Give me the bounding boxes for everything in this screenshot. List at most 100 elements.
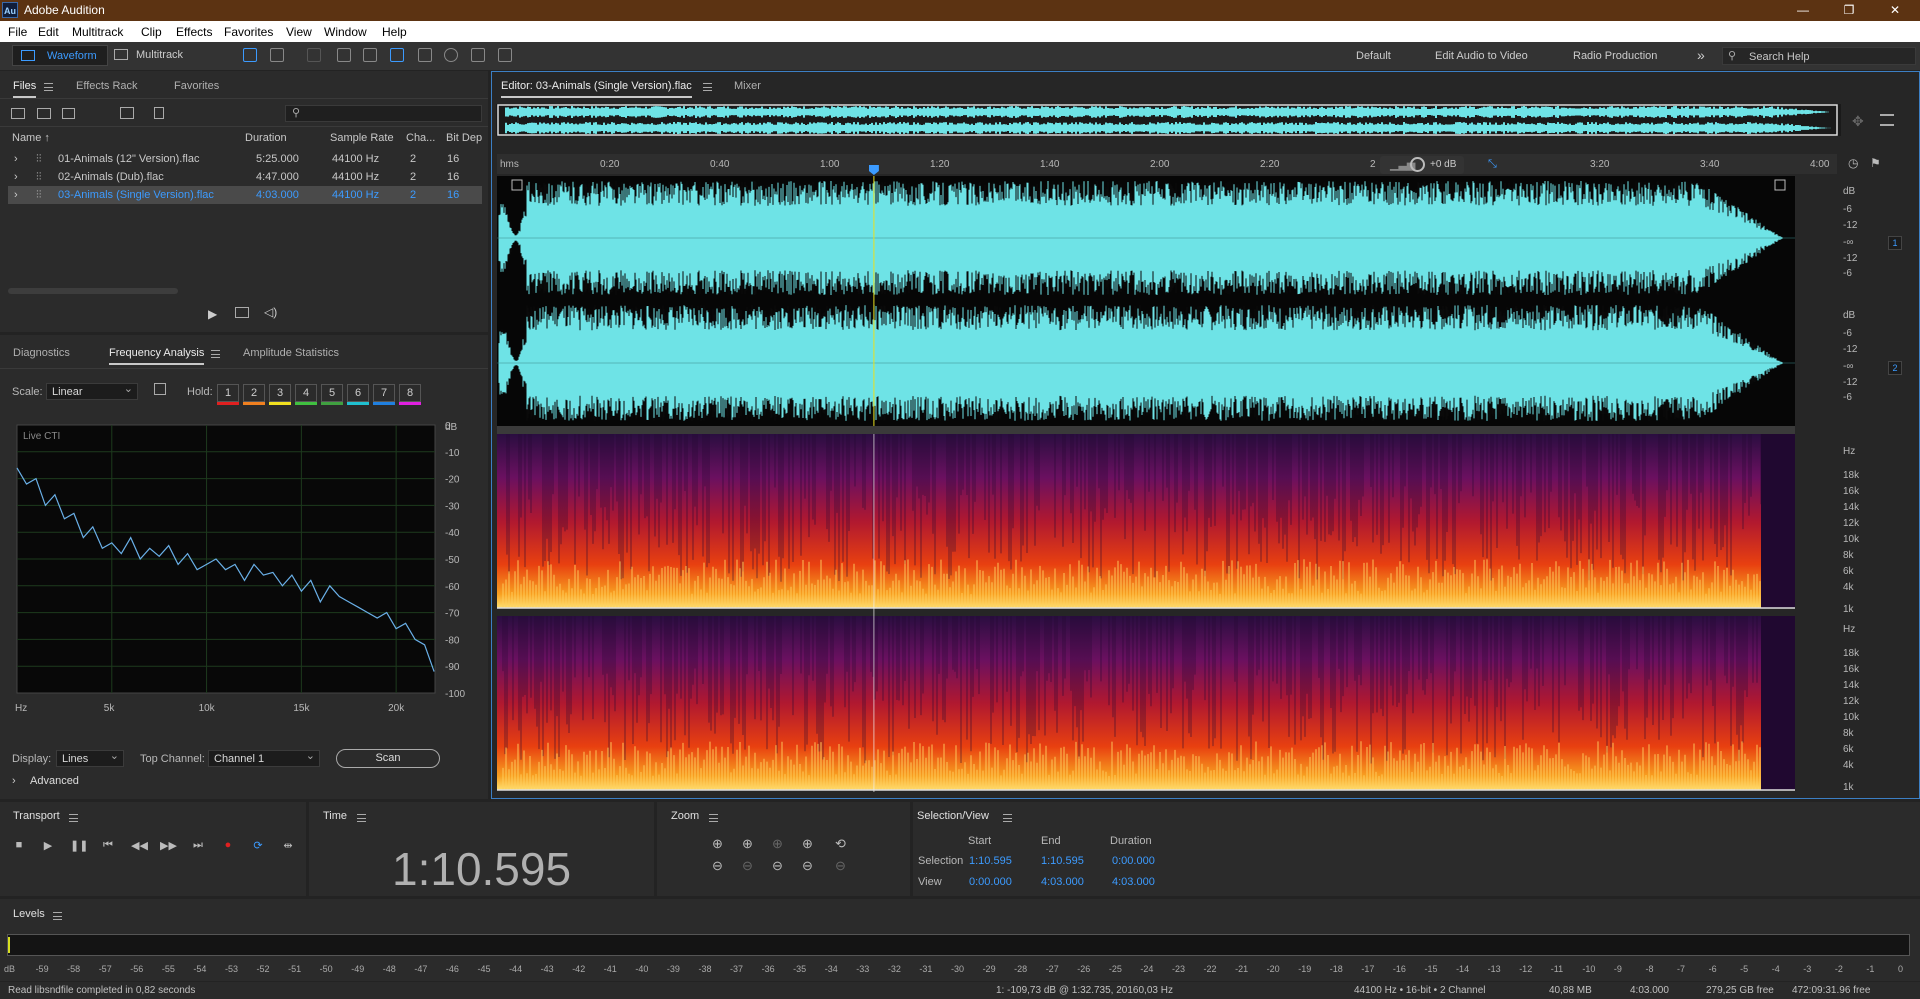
zoom-out-left-icon[interactable]: ⊖ (772, 858, 783, 874)
trash-icon[interactable] (154, 107, 164, 119)
zoom-out-amplitude-icon[interactable]: ⊖ (712, 858, 723, 874)
autoplay-icon[interactable]: ◁) (264, 305, 277, 319)
hold-button-2[interactable]: 2 (243, 384, 265, 405)
tab-files[interactable]: Files (13, 80, 37, 98)
col-duration[interactable]: Duration (245, 132, 287, 144)
channel-enable-button[interactable]: 2 (1888, 361, 1902, 375)
go-to-end-icon[interactable]: ⏭ (191, 839, 205, 853)
tab-effects-rack[interactable]: Effects Rack (76, 80, 138, 92)
tab-mixer[interactable]: Mixer (734, 80, 761, 92)
top-channel-dropdown[interactable]: Channel 1 (208, 749, 320, 767)
overview-waveform[interactable] (496, 104, 1841, 136)
play-file-icon[interactable]: ▶ (208, 307, 217, 321)
fast-forward-icon[interactable]: ▶▶ (160, 839, 177, 853)
menu-multitrack[interactable]: Multitrack (72, 25, 123, 39)
zoom-out-full-icon[interactable]: ✥ (1852, 113, 1864, 130)
time-selection-tool-icon[interactable] (390, 48, 404, 62)
playhead-sync-icon[interactable]: ◷ (1848, 156, 1858, 170)
play-icon[interactable]: ▶ (41, 839, 55, 853)
view-divider[interactable] (497, 426, 1837, 434)
lasso-tool-icon[interactable] (444, 48, 458, 62)
marquee-tool-icon[interactable] (418, 48, 432, 62)
spectral-display-icon[interactable] (243, 48, 257, 62)
table-row-selected[interactable]: › ⫶⫶ 03-Animals (Single Version).flac 4:… (8, 186, 482, 204)
channel-enable-button[interactable]: 1 (1888, 236, 1902, 250)
hold-button-7[interactable]: 7 (373, 384, 395, 405)
expand-chevron-icon[interactable]: › (14, 171, 18, 183)
multitrack-view-button[interactable]: Multitrack (112, 45, 198, 66)
table-row[interactable]: › ⫶⫶ 02-Animals (Dub).flac 4:47.000 4410… (8, 168, 482, 186)
insert-into-multitrack-icon[interactable] (120, 107, 134, 119)
display-dropdown[interactable]: Lines (56, 749, 124, 767)
spot-healing-tool-icon[interactable] (498, 48, 512, 62)
skip-selection-icon[interactable]: ⇹ (281, 839, 295, 853)
expand-chevron-icon[interactable]: › (14, 153, 18, 165)
selection-duration-value[interactable]: 0:00.000 (1112, 855, 1155, 867)
workspace-default[interactable]: Default (1356, 50, 1391, 62)
view-duration-value[interactable]: 4:03.000 (1112, 876, 1155, 888)
zoom-in-amplitude-icon[interactable]: ⊕ (712, 836, 723, 852)
menu-effects[interactable]: Effects (176, 25, 212, 39)
hud-volume[interactable]: ▁▃▅ +0 dB (1380, 156, 1464, 174)
selection-start-value[interactable]: 1:10.595 (969, 855, 1012, 867)
import-file-icon[interactable] (37, 108, 51, 119)
tab-frequency-analysis[interactable]: Frequency Analysis (109, 347, 205, 365)
close-button[interactable]: ✕ (1872, 0, 1918, 21)
brush-tool-icon[interactable] (471, 48, 485, 62)
hold-button-6[interactable]: 6 (347, 384, 369, 405)
go-to-start-icon[interactable]: ⏮ (101, 839, 115, 853)
new-file-icon[interactable] (62, 108, 75, 119)
view-start-value[interactable]: 0:00.000 (969, 876, 1012, 888)
search-help-field[interactable]: ⚲ Search Help (1722, 47, 1916, 65)
hold-button-4[interactable]: 4 (295, 384, 317, 405)
menu-view[interactable]: View (286, 25, 312, 39)
menu-edit[interactable]: Edit (38, 25, 59, 39)
razor-tool-icon[interactable] (337, 48, 351, 62)
maximize-button[interactable]: ❐ (1826, 0, 1872, 21)
zoom-in-time-icon[interactable]: ⊕ (742, 836, 753, 852)
selection-menu-icon[interactable] (1003, 814, 1012, 822)
hold-button-3[interactable]: 3 (269, 384, 291, 405)
advanced-toggle[interactable]: Advanced (30, 775, 79, 787)
editor-menu-icon[interactable] (703, 83, 712, 91)
menu-help[interactable]: Help (382, 25, 407, 39)
loop-playback-icon[interactable] (235, 307, 249, 318)
stop-icon[interactable]: ■ (12, 839, 26, 853)
spectral-pitch-icon[interactable] (270, 48, 284, 62)
levels-menu-icon[interactable] (53, 912, 62, 920)
transport-menu-icon[interactable] (69, 814, 78, 822)
scan-button[interactable]: Scan (336, 749, 440, 768)
waveform-view-button[interactable]: Waveform (12, 45, 108, 66)
view-end-value[interactable]: 4:03.000 (1041, 876, 1084, 888)
minimize-button[interactable]: — (1780, 0, 1826, 21)
menu-clip[interactable]: Clip (141, 25, 162, 39)
tab-editor[interactable]: Editor: 03-Animals (Single Version).flac (501, 80, 692, 98)
zoom-to-selection-icon[interactable]: ⊕ (802, 836, 813, 852)
zoom-menu-icon[interactable] (709, 814, 718, 822)
analysis-menu-icon[interactable] (211, 350, 220, 358)
open-file-icon[interactable] (11, 108, 25, 119)
menu-file[interactable]: File (8, 25, 27, 39)
hold-button-5[interactable]: 5 (321, 384, 343, 405)
files-filter-input[interactable]: ⚲ (285, 105, 482, 122)
col-name[interactable]: Name ↑ (12, 132, 50, 144)
files-horizontal-scrollbar[interactable] (8, 288, 178, 294)
panel-options-icon[interactable] (1880, 114, 1894, 126)
zoom-rotate-icon[interactable]: ⟲ (835, 836, 846, 852)
workspace-radio-production[interactable]: Radio Production (1573, 50, 1657, 62)
waveform-spectral-display[interactable] (497, 176, 1837, 792)
rewind-icon[interactable]: ◀◀ (131, 839, 148, 853)
files-menu-icon[interactable] (44, 83, 53, 91)
time-menu-icon[interactable] (357, 814, 366, 822)
tab-favorites[interactable]: Favorites (174, 80, 219, 92)
workspace-edit-audio-to-video[interactable]: Edit Audio to Video (1435, 50, 1528, 62)
loop-icon[interactable]: ⟳ (251, 839, 265, 853)
selection-end-value[interactable]: 1:10.595 (1041, 855, 1084, 867)
menu-window[interactable]: Window (324, 25, 367, 39)
tab-diagnostics[interactable]: Diagnostics (13, 347, 70, 359)
table-row[interactable]: › ⫶⫶ 01-Animals (12" Version).flac 5:25.… (8, 150, 482, 168)
col-channels[interactable]: Cha... (406, 132, 435, 144)
zoom-out-full-icon[interactable]: ⊖ (802, 858, 813, 874)
snap-icon[interactable]: ⤡ (1488, 158, 1497, 171)
move-tool-icon[interactable] (307, 48, 321, 62)
